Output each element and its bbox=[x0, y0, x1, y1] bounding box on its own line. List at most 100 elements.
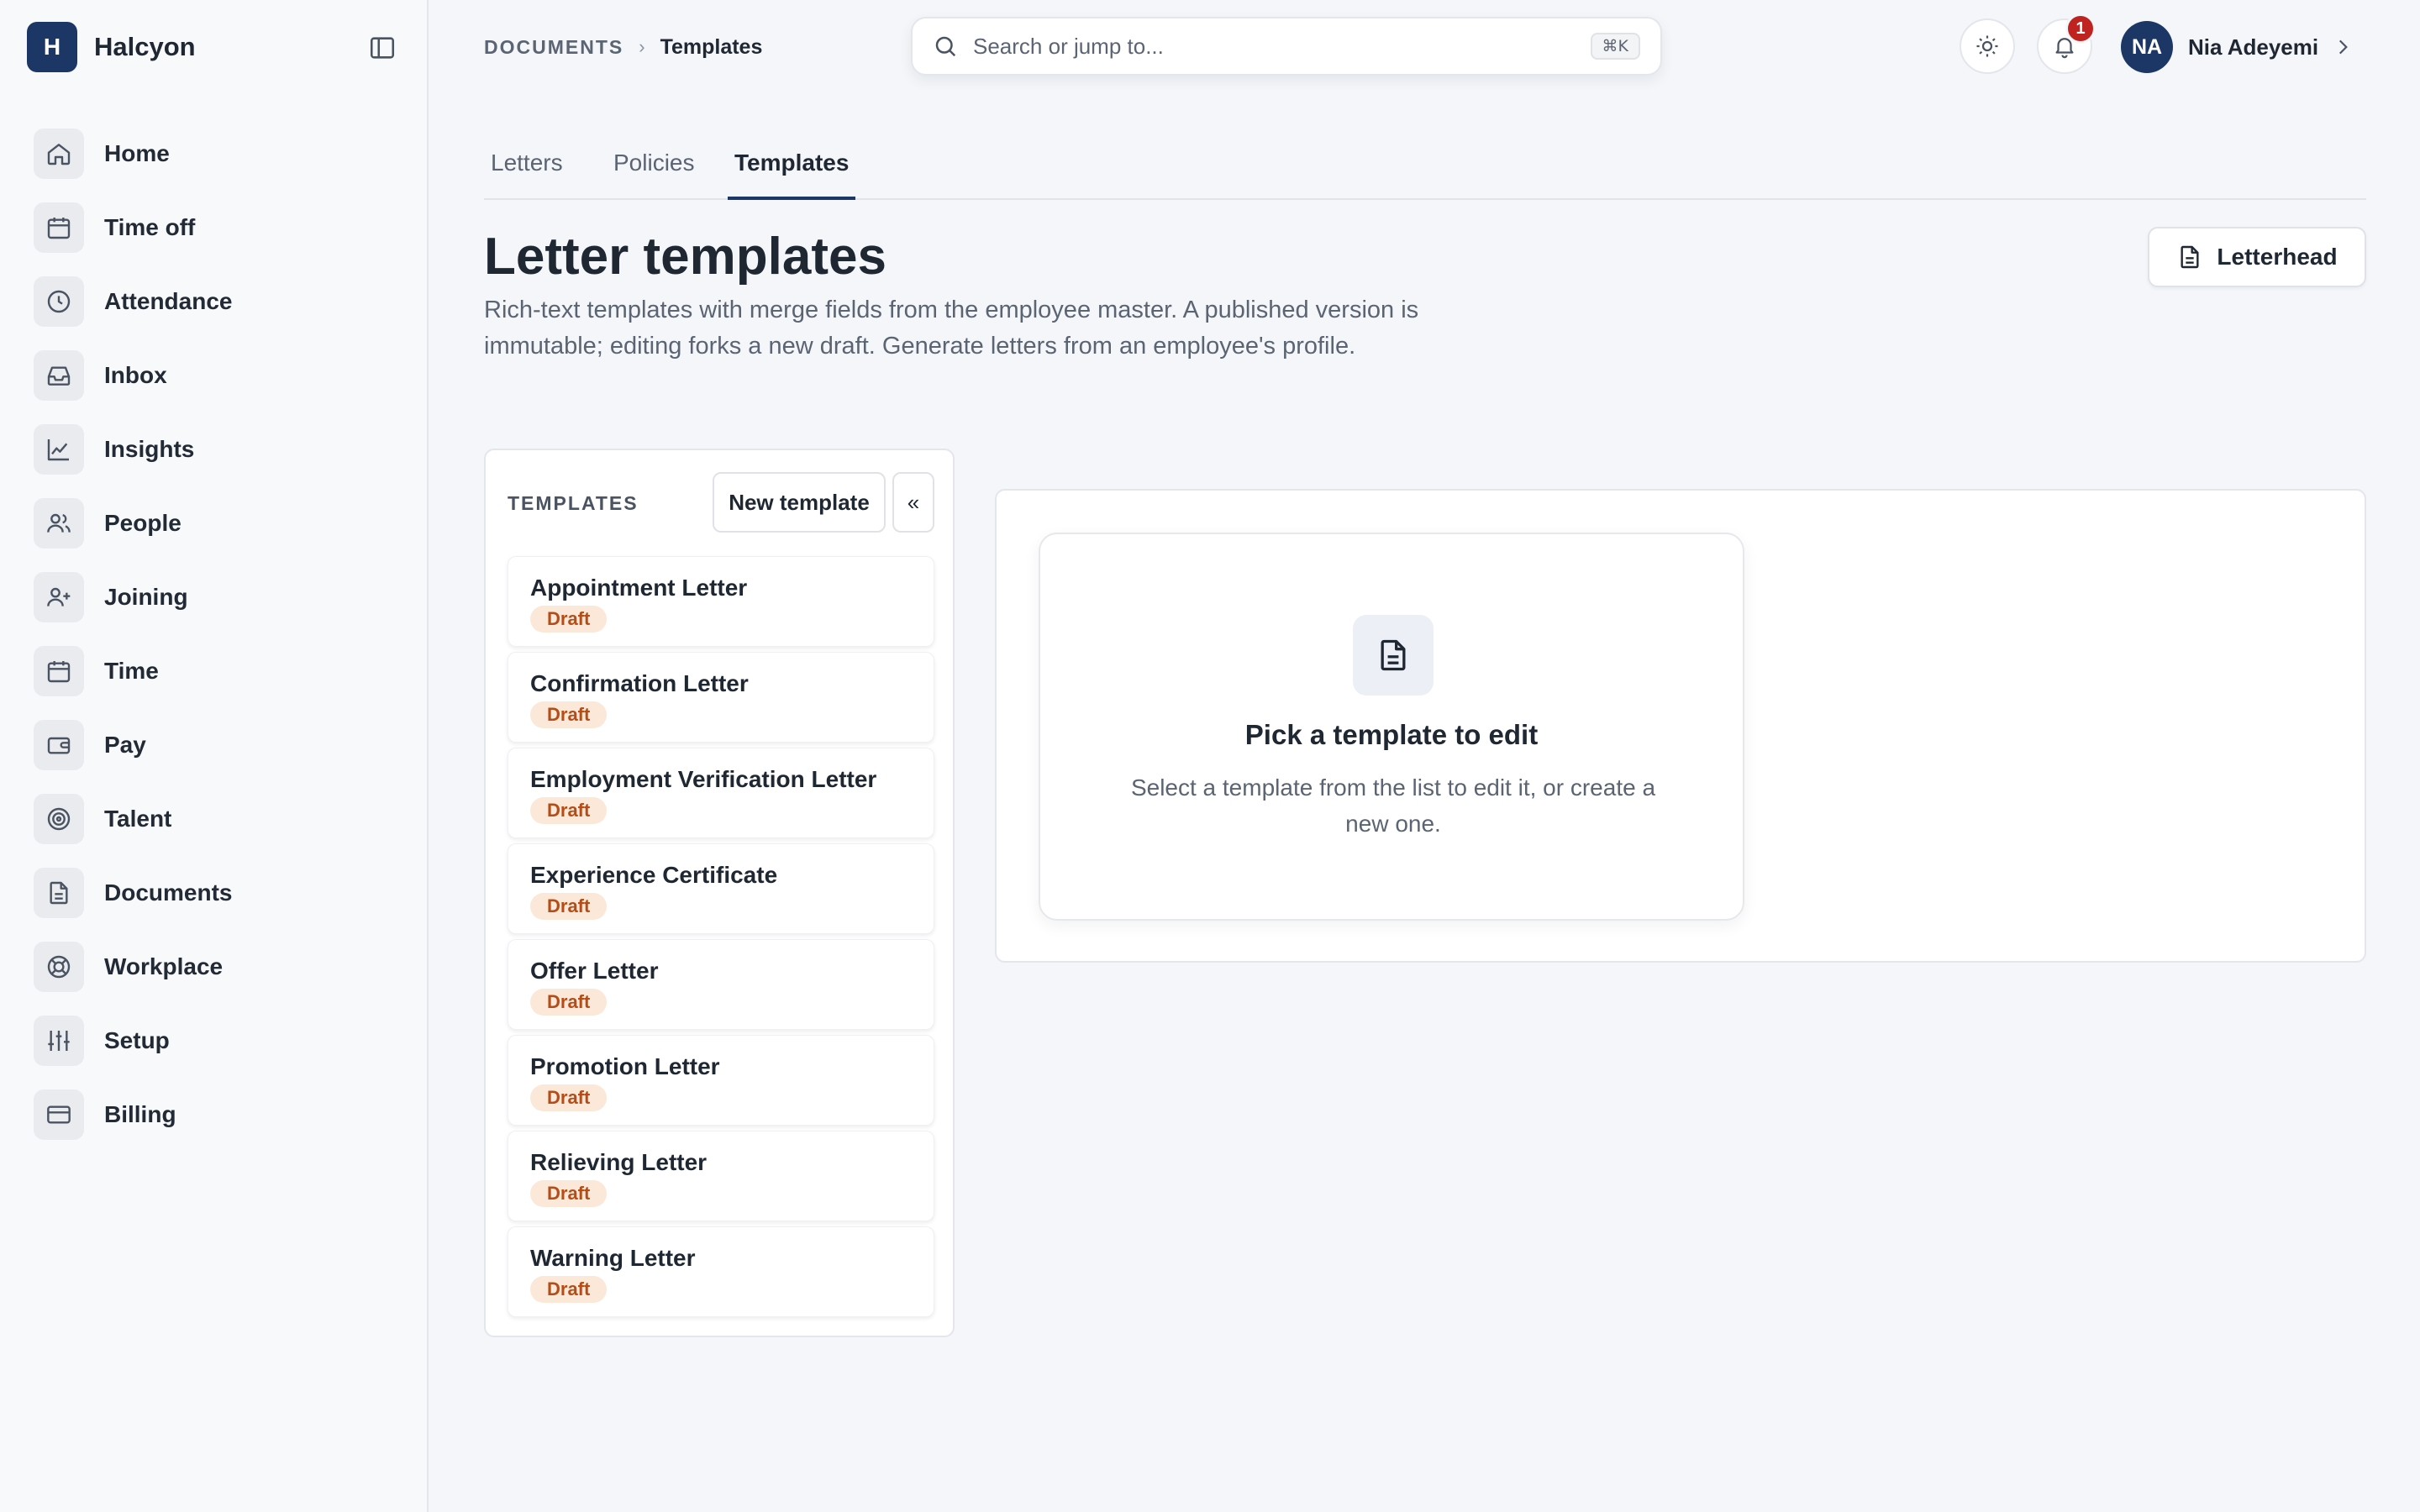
sun-icon bbox=[1975, 34, 2000, 59]
chevron-right-icon bbox=[2332, 36, 2354, 58]
template-name: Employment Verification Letter bbox=[530, 766, 877, 792]
brand[interactable]: H Halcyon bbox=[27, 22, 196, 72]
list-item[interactable]: Relieving Letter Draft bbox=[508, 1131, 934, 1221]
credit-card-icon bbox=[34, 1089, 84, 1140]
template-list: Appointment Letter Draft Confirmation Le… bbox=[508, 556, 934, 1322]
sidebar-nav: Home Time off Attendance Inbox Insights bbox=[34, 117, 232, 1152]
letterhead-button-label: Letterhead bbox=[2217, 244, 2338, 270]
search-bar[interactable]: ⌘K bbox=[911, 17, 1662, 76]
sidebar-item-label: Setup bbox=[104, 1027, 170, 1053]
sidebar-item-inbox[interactable]: Inbox bbox=[34, 339, 232, 412]
template-name: Experience Certificate bbox=[530, 862, 778, 888]
page-title: Letter templates bbox=[484, 228, 886, 286]
breadcrumb-parent-link[interactable]: DOCUMENTS bbox=[484, 36, 623, 59]
template-name: Confirmation Letter bbox=[530, 670, 749, 696]
sidebar-item-label: Inbox bbox=[104, 362, 167, 388]
sidebar-item-workplace[interactable]: Workplace bbox=[34, 930, 232, 1004]
calendar-icon bbox=[34, 646, 84, 696]
sidebar-item-label: Time bbox=[104, 658, 159, 684]
empty-state-card: Pick a template to edit Select a templat… bbox=[1039, 533, 1744, 921]
list-item[interactable]: Promotion Letter Draft bbox=[508, 1035, 934, 1126]
target-icon bbox=[34, 794, 84, 844]
template-name: Promotion Letter bbox=[530, 1053, 720, 1079]
wallet-icon bbox=[34, 720, 84, 770]
tab-templates[interactable]: Templates bbox=[728, 150, 856, 200]
user-menu[interactable]: NA Nia Adeyemi bbox=[2121, 20, 2354, 74]
sidebar-item-talent[interactable]: Talent bbox=[34, 782, 232, 856]
search-icon bbox=[933, 34, 958, 59]
sidebar-item-attendance[interactable]: Attendance bbox=[34, 265, 232, 339]
brand-logo: H bbox=[27, 22, 77, 72]
sidebar-item-documents[interactable]: Documents bbox=[34, 856, 232, 930]
sidebar-item-label: People bbox=[104, 510, 182, 536]
collapse-panel-button[interactable]: « bbox=[892, 472, 934, 533]
list-item[interactable]: Appointment Letter Draft bbox=[508, 556, 934, 647]
search-input[interactable] bbox=[973, 33, 1591, 60]
editor-panel: Pick a template to edit Select a templat… bbox=[995, 489, 2366, 963]
letterhead-button[interactable]: Letterhead bbox=[2148, 227, 2366, 287]
breadcrumb: DOCUMENTS › Templates bbox=[484, 34, 762, 60]
sidebar-item-billing[interactable]: Billing bbox=[34, 1078, 232, 1152]
brand-name: Halcyon bbox=[94, 32, 196, 61]
file-text-icon bbox=[1353, 615, 1434, 696]
home-icon bbox=[34, 129, 84, 179]
users-icon bbox=[34, 498, 84, 549]
file-text-icon bbox=[34, 868, 84, 918]
tab-letters[interactable]: Letters bbox=[484, 150, 570, 200]
breadcrumb-separator: › bbox=[639, 36, 645, 57]
sidebar-item-label: Talent bbox=[104, 806, 172, 832]
breadcrumb-current: Templates bbox=[660, 34, 763, 59]
page-description: Rich-text templates with merge fields fr… bbox=[484, 297, 1419, 360]
sidebar-item-label: Workplace bbox=[104, 953, 224, 979]
template-name: Warning Letter bbox=[530, 1245, 696, 1271]
notifications-button[interactable]: 1 bbox=[2037, 13, 2096, 74]
sidebar-item-label: Billing bbox=[104, 1101, 176, 1127]
list-item[interactable]: Employment Verification Letter Draft bbox=[508, 748, 934, 838]
list-item[interactable]: Offer Letter Draft bbox=[508, 939, 934, 1030]
sidebar-item-label: Joining bbox=[104, 584, 188, 610]
list-item[interactable]: Experience Certificate Draft bbox=[508, 843, 934, 934]
template-name: Relieving Letter bbox=[530, 1149, 708, 1175]
user-name: Nia Adeyemi bbox=[2188, 34, 2319, 60]
clock-icon bbox=[34, 276, 84, 327]
status-badge: Draft bbox=[530, 893, 608, 920]
status-badge: Draft bbox=[530, 797, 608, 824]
tab-policies[interactable]: Policies bbox=[607, 150, 701, 200]
templates-panel: TEMPLATES New template « Appointment Let… bbox=[484, 449, 955, 1337]
calendar-icon bbox=[34, 202, 84, 253]
sliders-icon bbox=[34, 1016, 84, 1066]
sidebar-item-label: Pay bbox=[104, 732, 146, 758]
sidebar-item-time[interactable]: Time bbox=[34, 634, 232, 708]
sidebar-item-label: Insights bbox=[104, 436, 195, 462]
list-item[interactable]: Warning Letter Draft bbox=[508, 1226, 934, 1317]
sidebar-item-setup[interactable]: Setup bbox=[34, 1004, 232, 1078]
status-badge: Draft bbox=[530, 1180, 608, 1207]
status-badge: Draft bbox=[530, 606, 608, 633]
sidebar-item-label: Attendance bbox=[104, 288, 233, 314]
avatar: NA bbox=[2121, 21, 2173, 73]
life-buoy-icon bbox=[34, 942, 84, 992]
sidebar-item-insights[interactable]: Insights bbox=[34, 412, 232, 486]
status-badge: Draft bbox=[530, 701, 608, 728]
sidebar-item-home[interactable]: Home bbox=[34, 117, 232, 191]
new-template-button[interactable]: New template bbox=[713, 472, 886, 533]
status-badge: Draft bbox=[530, 1084, 608, 1111]
list-item[interactable]: Confirmation Letter Draft bbox=[508, 652, 934, 743]
sidebar-item-people[interactable]: People bbox=[34, 486, 232, 560]
theme-toggle-button[interactable] bbox=[1960, 18, 2015, 74]
sidebar-item-time-off[interactable]: Time off bbox=[34, 191, 232, 265]
sidebar-item-joining[interactable]: Joining bbox=[34, 560, 232, 634]
empty-state-text: Select a template from the list to edit … bbox=[1130, 774, 1656, 837]
sidebar-toggle-icon[interactable] bbox=[368, 34, 397, 62]
sidebar: H Halcyon Home Time off Attendance Inbox… bbox=[0, 0, 429, 1512]
line-chart-icon bbox=[34, 424, 84, 475]
notification-count-badge: 1 bbox=[2065, 13, 2096, 44]
sidebar-item-pay[interactable]: Pay bbox=[34, 708, 232, 782]
file-text-icon bbox=[2176, 244, 2203, 270]
tab-bar: Letters Policies Templates bbox=[484, 141, 2366, 200]
sidebar-item-label: Home bbox=[104, 140, 170, 166]
sidebar-item-label: Time off bbox=[104, 214, 196, 240]
inbox-icon bbox=[34, 350, 84, 401]
status-badge: Draft bbox=[530, 989, 608, 1016]
empty-state-title: Pick a template to edit bbox=[1244, 719, 1539, 750]
